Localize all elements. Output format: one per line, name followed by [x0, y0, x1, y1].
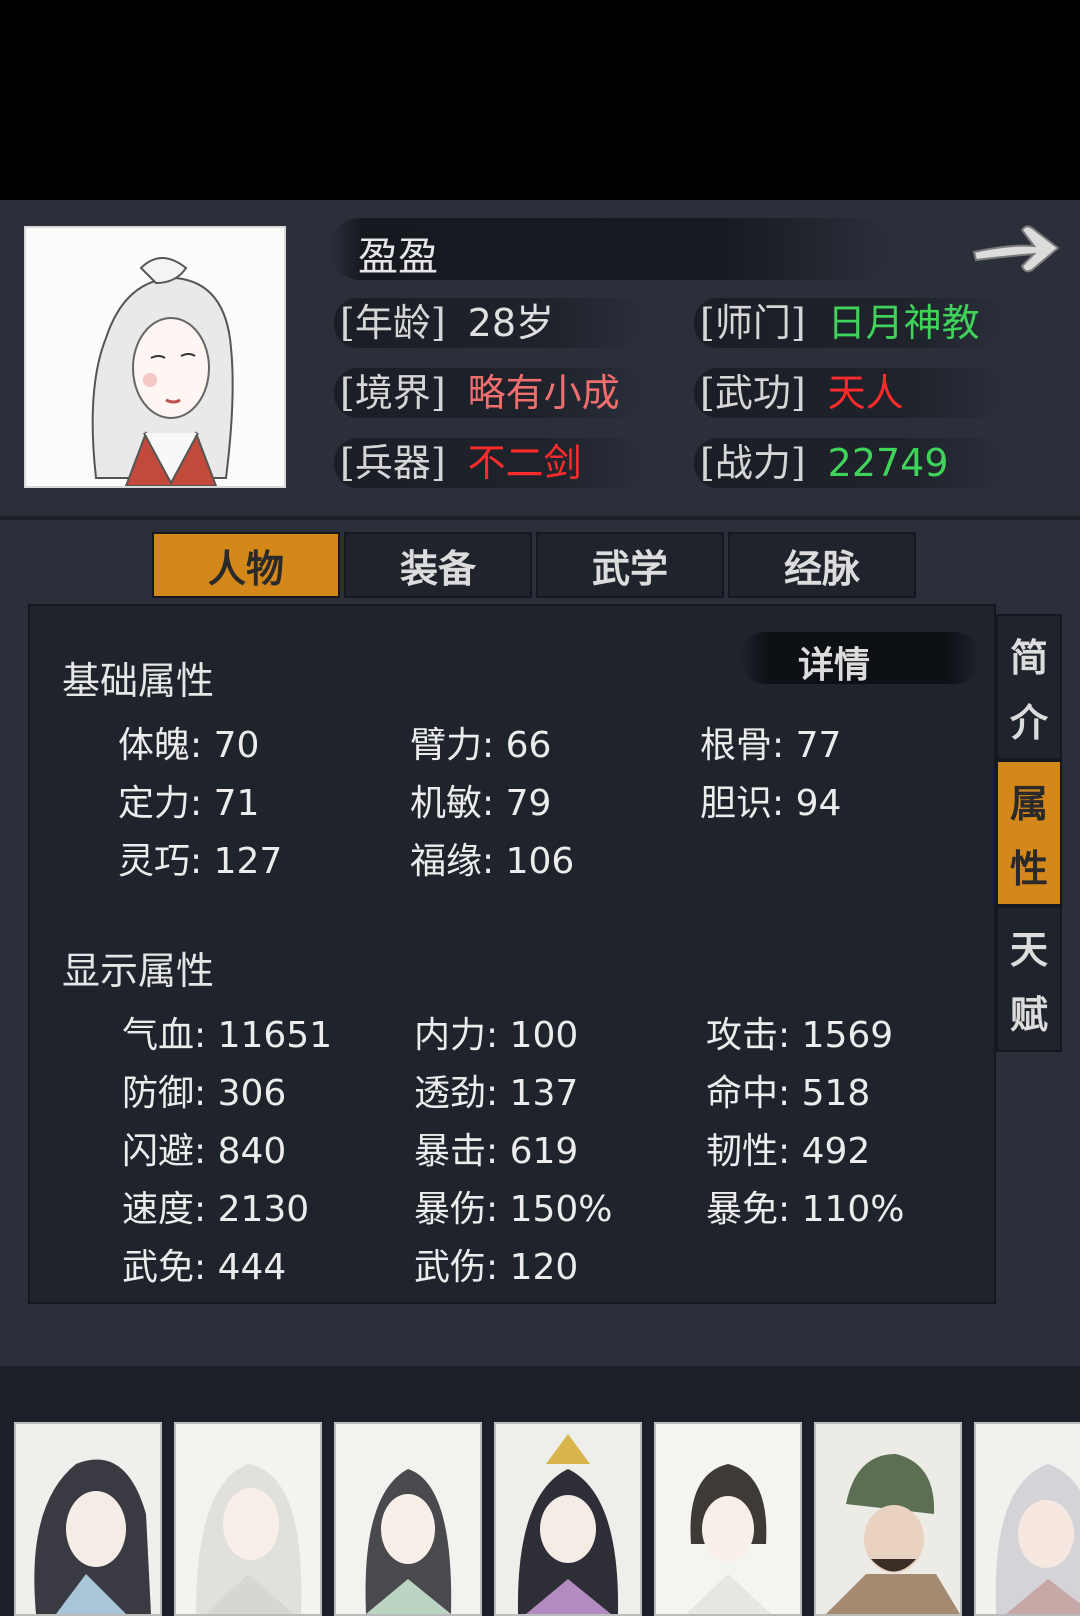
tab-martial-arts[interactable]: 武学 [536, 532, 724, 598]
roster-character-card[interactable] [174, 1422, 322, 1616]
roster-character-card[interactable] [974, 1422, 1080, 1616]
stats-box: 详情 基础属性 体魄: 70 臂力: 66 根骨: 77 定力: 71 机敏: … [28, 604, 996, 1304]
stat-item: 闪避: 840 [122, 1131, 287, 1172]
side-tab-char: 天 [1009, 927, 1048, 972]
side-tabs: 简 介 属 性 天 赋 [996, 614, 1068, 1052]
tab-equipment[interactable]: 装备 [344, 532, 532, 598]
martial-label: [武功] [700, 371, 806, 415]
stat-item: 灵巧: 127 [118, 841, 283, 882]
roster-character-card[interactable] [14, 1422, 162, 1616]
right-arrow-icon [972, 225, 1060, 273]
side-tab-intro[interactable]: 简 介 [996, 614, 1062, 760]
age-row: [年龄] 28岁 [334, 292, 644, 348]
side-tab-char: 赋 [1009, 992, 1048, 1037]
sect-value: 日月神教 [827, 301, 980, 345]
side-tab-char: 性 [1009, 846, 1048, 891]
stat-item: 暴伤: 150% [414, 1189, 613, 1230]
age-value: 28岁 [467, 301, 555, 345]
stat-item: 武伤: 120 [414, 1247, 579, 1288]
stat-item: 武免: 444 [122, 1247, 287, 1288]
tab-meridians[interactable]: 经脉 [728, 532, 916, 598]
attribute-panel: 人物 装备 武学 经脉 详情 基础属性 体魄: 70 臂力: 66 根骨: 77… [0, 520, 1080, 1366]
weapon-label: [兵器] [340, 441, 446, 485]
side-tab-attributes[interactable]: 属 性 [996, 760, 1062, 906]
stat-item: 根骨: 77 [700, 725, 842, 766]
stat-item: 定力: 71 [118, 783, 260, 824]
detail-button[interactable]: 详情 [798, 636, 870, 688]
power-row: [战力] 22749 [694, 432, 1004, 488]
stat-item: 机敏: 79 [410, 783, 552, 824]
realm-value: 略有小成 [467, 371, 620, 415]
character-roster [14, 1422, 1080, 1616]
roster-character-card[interactable] [334, 1422, 482, 1616]
character-portrait[interactable] [24, 226, 286, 488]
top-blank-area [0, 0, 1080, 200]
stat-item: 体魄: 70 [118, 725, 260, 766]
stat-item: 胆识: 94 [700, 783, 842, 824]
side-tab-char: 属 [1009, 781, 1048, 826]
stat-item: 攻击: 1569 [706, 1015, 894, 1056]
side-tab-char: 简 [1009, 635, 1048, 680]
stat-item: 内力: 100 [414, 1015, 579, 1056]
sect-row: [师门] 日月神教 [694, 292, 1004, 348]
roster-character-card[interactable] [654, 1422, 802, 1616]
stat-item: 臂力: 66 [410, 725, 552, 766]
stat-item: 命中: 518 [706, 1073, 871, 1114]
stat-item: 气血: 11651 [122, 1015, 333, 1056]
side-tab-char: 介 [1009, 700, 1048, 745]
next-character-button[interactable] [970, 218, 1064, 278]
weapon-row: [兵器] 不二剑 [334, 432, 644, 488]
realm-row: [境界] 略有小成 [334, 362, 644, 418]
stat-item: 暴免: 110% [706, 1189, 905, 1230]
stat-item: 防御: 306 [122, 1073, 287, 1114]
stat-item: 透劲: 137 [414, 1073, 579, 1114]
display-attributes-title: 显示属性 [62, 949, 215, 993]
martial-value: 天人 [827, 371, 904, 415]
weapon-value: 不二剑 [467, 441, 582, 485]
character-header: 盈盈 [年龄] 28岁 [师门] 日月神教 [境界] 略有小成 [武功] 天人 [兵器]… [0, 200, 1080, 520]
roster-character-card[interactable] [494, 1422, 642, 1616]
stat-item: 速度: 2130 [122, 1189, 310, 1230]
sect-label: [师门] [700, 301, 806, 345]
tab-character[interactable]: 人物 [152, 532, 340, 598]
stat-item: 福缘: 106 [410, 841, 575, 882]
side-tab-talent[interactable]: 天 赋 [996, 906, 1062, 1052]
power-label: [战力] [700, 441, 806, 485]
stat-item: 暴击: 619 [414, 1131, 579, 1172]
main-tabs: 人物 装备 武学 经脉 [152, 532, 916, 600]
basic-attributes-title: 基础属性 [62, 659, 215, 703]
martial-row: [武功] 天人 [694, 362, 1004, 418]
realm-label: [境界] [340, 371, 446, 415]
roster-character-card[interactable] [814, 1422, 962, 1616]
power-value: 22749 [827, 441, 949, 485]
character-name: 盈盈 [358, 234, 438, 280]
age-label: [年龄] [340, 301, 446, 345]
stat-item: 韧性: 492 [706, 1131, 871, 1172]
